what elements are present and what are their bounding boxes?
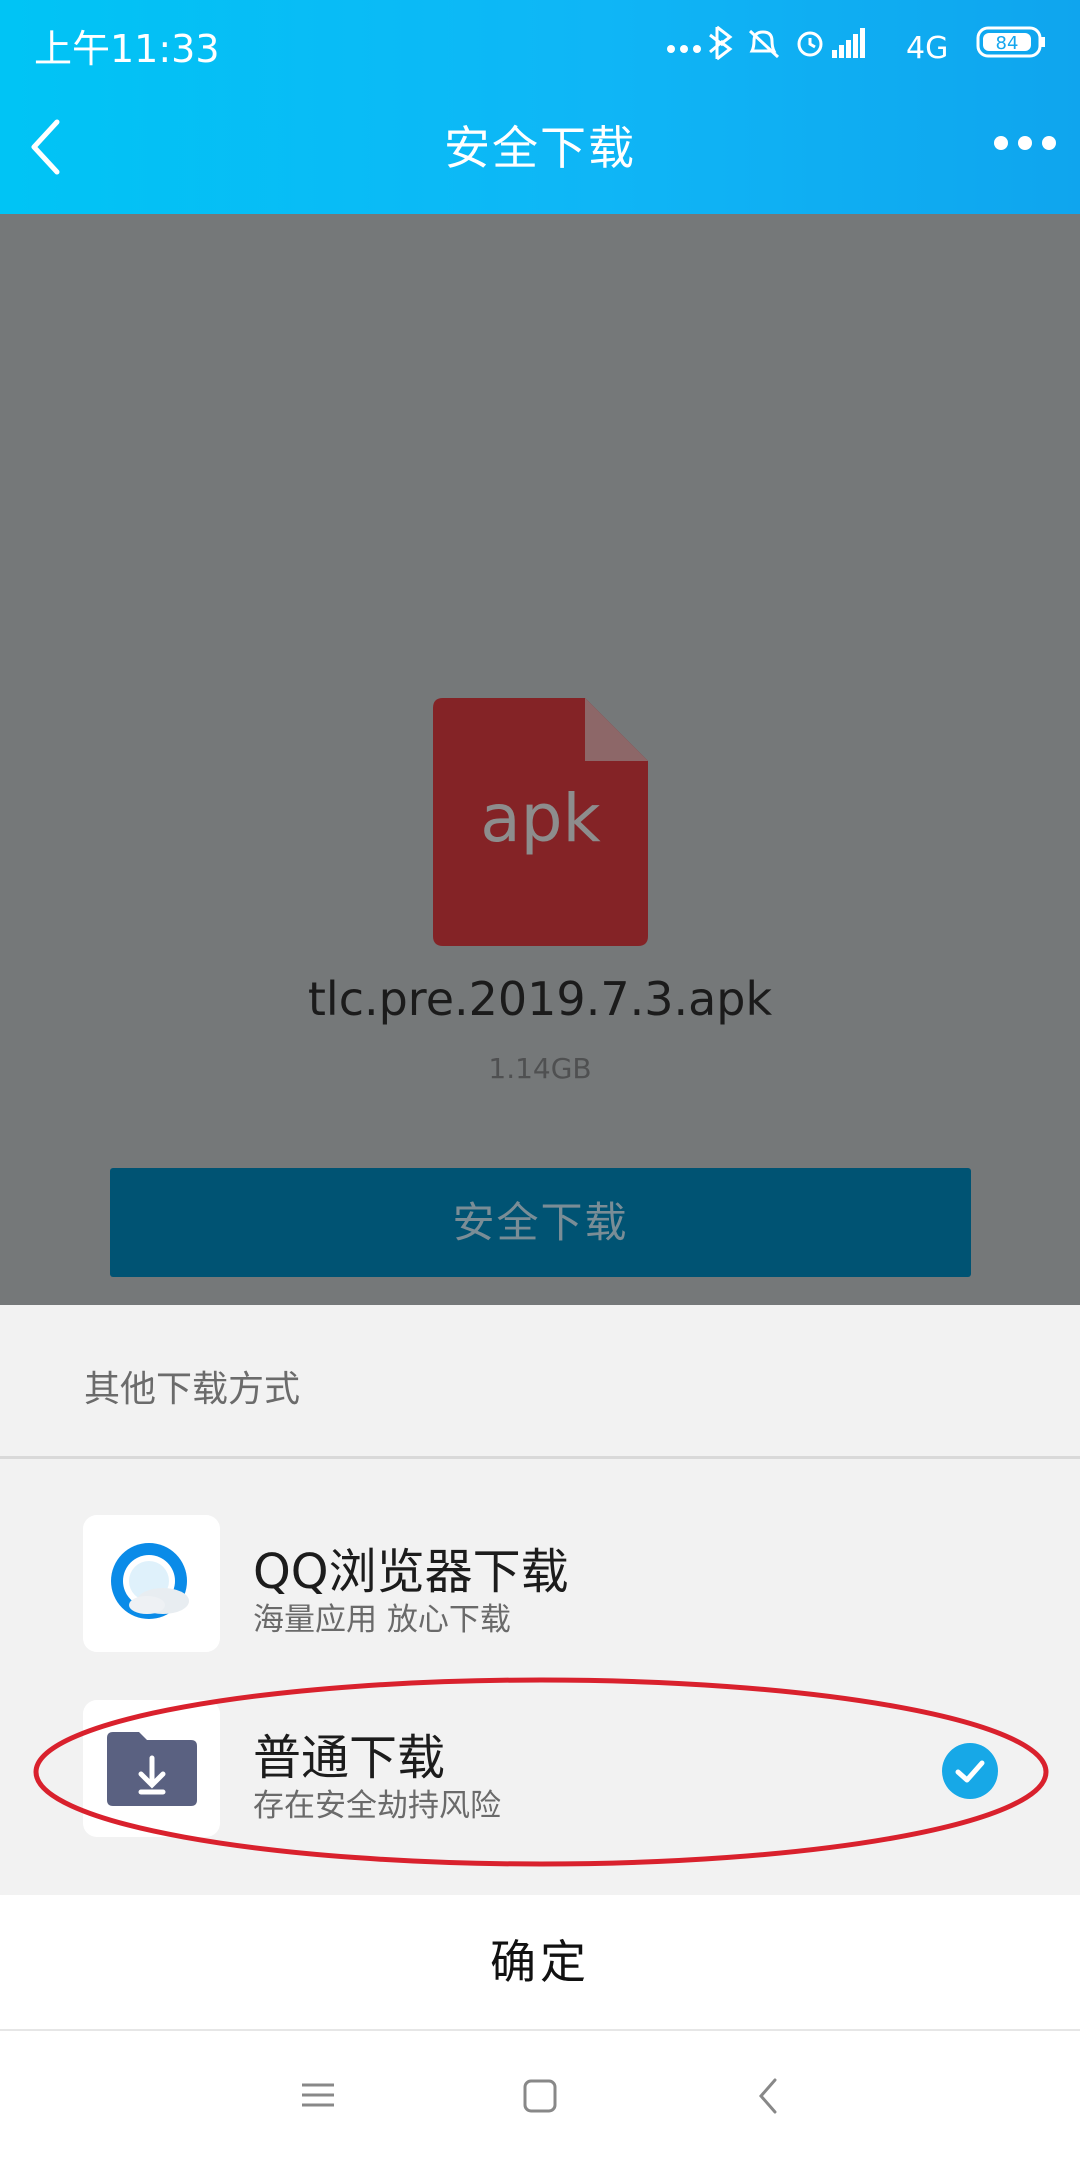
bluetooth-icon [709,25,733,61]
page-title: 安全下载 [444,121,636,175]
safe-download-button[interactable]: 安全下载 [110,1168,971,1277]
option-title: QQ浏览器下载 [253,1544,569,1600]
folder-download-icon [83,1700,220,1837]
battery-icon: 84 [976,26,1045,58]
qq-browser-icon [83,1515,220,1652]
more-notifications-icon [667,45,675,53]
option-title: 普通下载 [253,1730,446,1786]
file-name: tlc.pre.2019.7.3.apk [307,972,773,1026]
option-subtitle: 海量应用 放心下载 [253,1602,511,1638]
option-subtitle: 存在安全劫持风险 [253,1788,501,1824]
sheet-title: 其他下载方式 [84,1369,301,1410]
mute-icon [748,29,780,59]
more-button[interactable] [990,118,1060,168]
confirm-button[interactable]: 确定 [0,1895,1080,2029]
more-icon [994,136,1056,150]
battery-level: 84 [996,33,1019,54]
back-nav-icon[interactable] [755,2076,781,2116]
menu-icon[interactable] [300,2080,340,2110]
alarm-icon [797,31,823,57]
status-icons: 4G 84 [667,25,1045,62]
home-icon[interactable] [522,2078,558,2114]
check-icon[interactable] [942,1743,998,1799]
network-type: 4G [906,31,948,62]
signal-icon [832,28,865,58]
file-size: 1.14GB [488,1052,592,1085]
status-time: 上午11:33 [34,27,220,71]
divider [0,1456,1080,1459]
file-type-label: apk [480,780,601,857]
